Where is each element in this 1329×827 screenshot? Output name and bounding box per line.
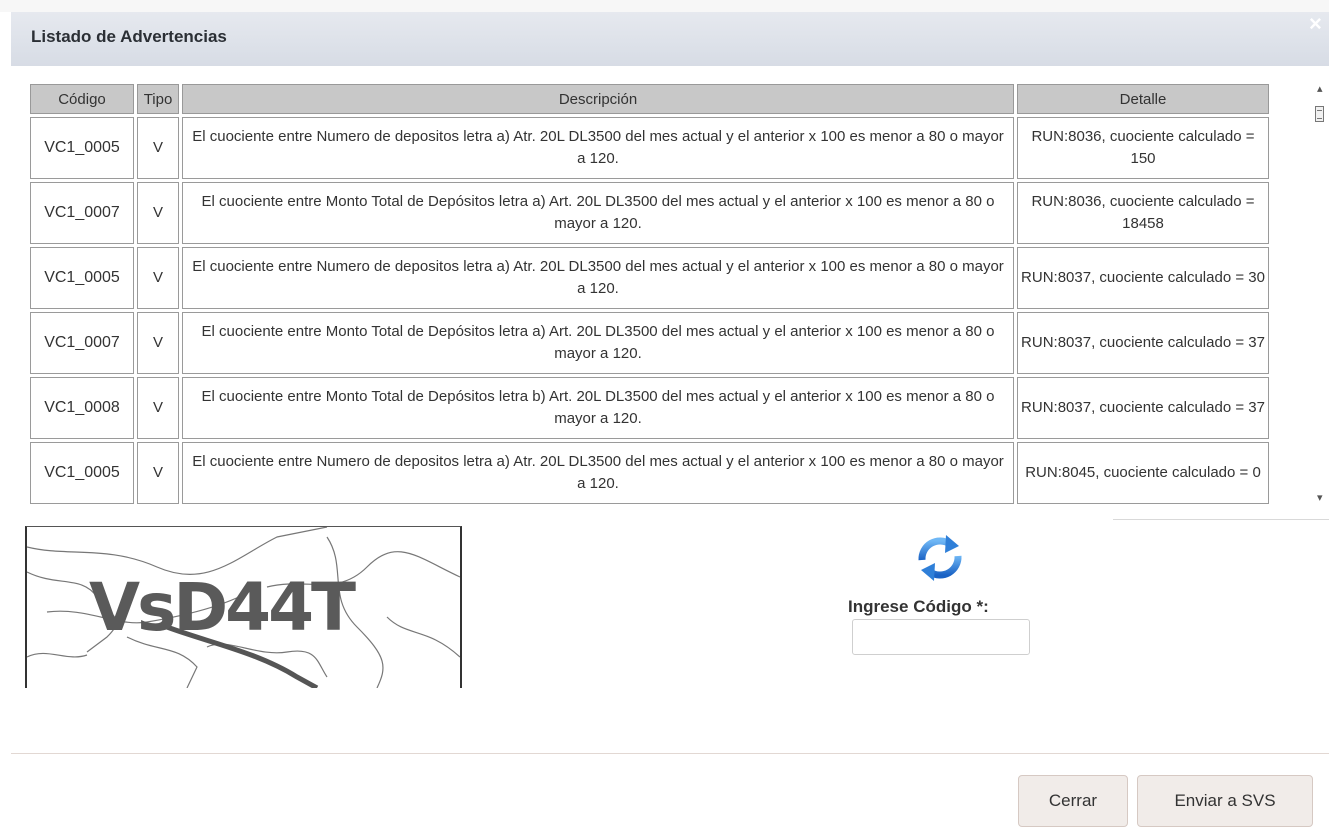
page-top-strip	[0, 0, 1329, 12]
cell-detalle: RUN:8037, cuociente calculado = 30	[1017, 247, 1269, 309]
cell-descripcion: El cuociente entre Numero de depositos l…	[182, 117, 1014, 179]
table-row[interactable]: VC1_0007 V El cuociente entre Monto Total …	[30, 182, 1269, 244]
table-header-row: Código Tipo Descripción Detalle	[30, 84, 1269, 114]
captcha-image: VsD44T	[25, 526, 462, 688]
cell-codigo: VC1_0008	[30, 377, 134, 439]
cell-detalle: RUN:8036, cuociente calculado = 18458	[1017, 182, 1269, 244]
cell-descripcion: El cuociente entre Numero de depositos l…	[182, 247, 1014, 309]
cell-detalle: RUN:8037, cuociente calculado = 37	[1017, 377, 1269, 439]
column-header-tipo: Tipo	[137, 84, 179, 114]
scroll-thumb[interactable]	[1315, 106, 1324, 122]
cell-tipo: V	[137, 442, 179, 504]
cell-tipo: V	[137, 182, 179, 244]
column-header-descripcion: Descripción	[182, 84, 1014, 114]
cell-tipo: V	[137, 377, 179, 439]
cell-descripcion: El cuociente entre Monto Total de Depósi…	[182, 377, 1014, 439]
captcha-text: VsD44T	[89, 569, 356, 646]
warnings-grid-container[interactable]: Código Tipo Descripción Detalle VC1_0005…	[11, 66, 1329, 519]
warnings-table: Código Tipo Descripción Detalle VC1_0005…	[27, 81, 1272, 507]
send-to-svs-button[interactable]: Enviar a SVS	[1137, 775, 1313, 827]
cell-codigo: VC1_0007	[30, 182, 134, 244]
table-row[interactable]: VC1_0008 V El cuociente entre Monto Total …	[30, 377, 1269, 439]
table-row[interactable]: VC1_0007 V El cuociente entre Monto Total …	[30, 312, 1269, 374]
cell-tipo: V	[137, 247, 179, 309]
footer-divider	[11, 753, 1329, 754]
column-header-codigo: Código	[30, 84, 134, 114]
table-row[interactable]: VC1_0005 V El cuociente entre Numero de de…	[30, 442, 1269, 504]
cell-codigo: VC1_0007	[30, 312, 134, 374]
cell-codigo: VC1_0005	[30, 247, 134, 309]
captcha-code-input[interactable]	[852, 619, 1030, 655]
cell-detalle: RUN:8036, cuociente calculado = 150	[1017, 117, 1269, 179]
close-button[interactable]: Cerrar	[1018, 775, 1128, 827]
cell-tipo: V	[137, 312, 179, 374]
dialog-titlebar: Listado de Advertencias	[11, 12, 1329, 67]
table-row[interactable]: VC1_0005 V El cuociente entre Numero de de…	[30, 247, 1269, 309]
captcha-drawing: VsD44T	[27, 527, 460, 688]
cell-descripcion: El cuociente entre Monto Total de Depósi…	[182, 312, 1014, 374]
refresh-icon	[918, 535, 962, 581]
cell-detalle: RUN:8045, cuociente calculado = 0	[1017, 442, 1269, 504]
grid-bottom-divider	[1113, 519, 1329, 520]
cell-descripcion: El cuociente entre Monto Total de Depósi…	[182, 182, 1014, 244]
dialog-title: Listado de Advertencias	[31, 27, 227, 46]
column-header-detalle: Detalle	[1017, 84, 1269, 114]
scroll-up-icon[interactable]: ▴	[1317, 82, 1323, 95]
close-icon[interactable]: ×	[1309, 13, 1322, 35]
grid-scrollbar[interactable]: ▴ ▾	[1301, 66, 1329, 519]
cell-codigo: VC1_0005	[30, 117, 134, 179]
table-row[interactable]: VC1_0005 V El cuociente entre Numero de de…	[30, 117, 1269, 179]
cell-descripcion: El cuociente entre Numero de depositos l…	[182, 442, 1014, 504]
table-body: VC1_0005 V El cuociente entre Numero de de…	[30, 117, 1269, 504]
cell-codigo: VC1_0005	[30, 442, 134, 504]
captcha-code-label: Ingrese Código *:	[848, 597, 989, 616]
cell-detalle: RUN:8037, cuociente calculado = 37	[1017, 312, 1269, 374]
refresh-captcha-button[interactable]	[912, 532, 968, 584]
scroll-down-icon[interactable]: ▾	[1317, 491, 1323, 504]
cell-tipo: V	[137, 117, 179, 179]
